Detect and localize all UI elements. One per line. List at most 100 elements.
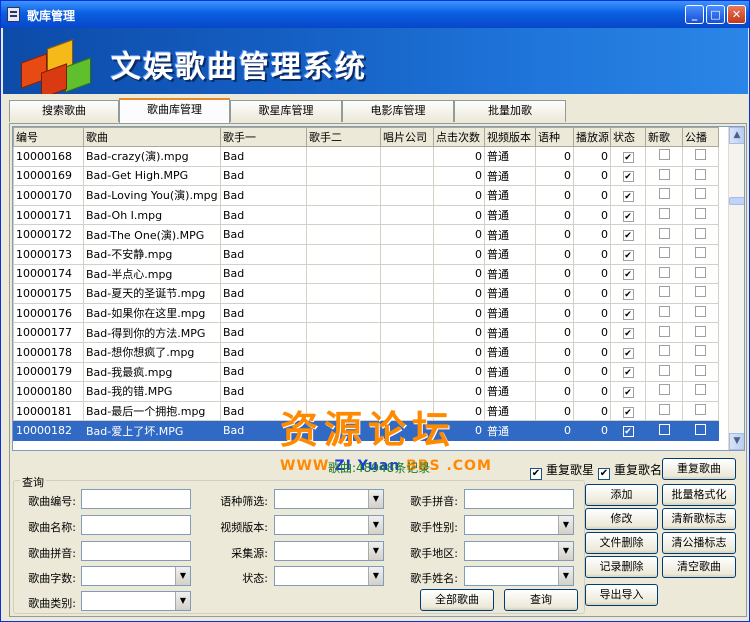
col-header-source[interactable]: 播放源 bbox=[573, 127, 611, 147]
table-row[interactable]: 10000179 Bad-我最疯.mpg Bad 0 普通 0 0 bbox=[13, 361, 719, 383]
status-checkbox[interactable] bbox=[622, 406, 634, 418]
status-checkbox[interactable] bbox=[622, 328, 634, 340]
import-export-button[interactable]: 导出导入 bbox=[585, 584, 658, 606]
clear-new-flag-button[interactable]: 清新歌标志 bbox=[662, 508, 736, 530]
table-row[interactable]: 10000182 Bad-爱上了坏.MPG Bad 0 普通 0 0 bbox=[13, 420, 719, 441]
table-row[interactable]: 10000169 Bad-Get High.MPG Bad 0 普通 0 0 bbox=[13, 165, 719, 187]
newsong-checkbox[interactable] bbox=[658, 384, 670, 396]
chevron-down-icon[interactable]: ▼ bbox=[175, 567, 190, 585]
tab-singer-library[interactable]: 歌星库管理 bbox=[230, 100, 342, 122]
clear-public-flag-button[interactable]: 清公播标志 bbox=[662, 532, 736, 554]
table-row[interactable]: 10000177 Bad-得到你的方法.MPG Bad 0 普通 0 0 bbox=[13, 322, 719, 343]
source-select[interactable]: ▼ bbox=[274, 541, 384, 561]
status-checkbox[interactable] bbox=[622, 249, 634, 261]
dup-songs-button[interactable]: 重复歌曲 bbox=[662, 458, 736, 480]
newsong-checkbox[interactable] bbox=[658, 345, 670, 357]
newsong-checkbox[interactable] bbox=[658, 208, 670, 220]
table-row[interactable]: 10000168 Bad-crazy(演).mpg Bad 0 普通 0 0 bbox=[13, 146, 719, 167]
song-name-input[interactable] bbox=[81, 515, 191, 535]
col-header-status[interactable]: 状态 bbox=[610, 127, 646, 147]
all-songs-button[interactable]: 全部歌曲 bbox=[420, 589, 494, 611]
table-row[interactable]: 10000172 Bad-The One(演).MPG Bad 0 普通 0 0 bbox=[13, 224, 719, 245]
col-header-newsong[interactable]: 新歌 bbox=[645, 127, 683, 147]
public-checkbox[interactable] bbox=[695, 364, 706, 376]
status-checkbox[interactable] bbox=[622, 367, 634, 379]
newsong-checkbox[interactable] bbox=[658, 247, 670, 259]
table-row[interactable]: 10000173 Bad-不安静.mpg Bad 0 普通 0 0 bbox=[13, 243, 719, 265]
scroll-down-icon[interactable]: ▼ bbox=[729, 433, 744, 450]
chevron-down-icon[interactable]: ▼ bbox=[175, 592, 190, 610]
table-row[interactable]: 10000180 Bad-我的错.MPG Bad 0 普通 0 0 bbox=[13, 381, 719, 402]
table-row[interactable]: 10000181 Bad-最后一个拥抱.mpg Bad 0 普通 0 0 bbox=[13, 400, 719, 422]
dup-song-checkbox[interactable]: ✔ 重复歌名 bbox=[598, 461, 662, 480]
song-grid[interactable]: 编号 歌曲 歌手一 歌手二 唱片公司 点击次数 视频版本 语种 播放源 状态 新… bbox=[12, 126, 745, 451]
public-checkbox[interactable] bbox=[695, 168, 706, 180]
chevron-down-icon[interactable]: ▼ bbox=[558, 516, 573, 534]
newsong-checkbox[interactable] bbox=[658, 227, 670, 239]
search-button[interactable]: 查询 bbox=[504, 589, 578, 611]
checkbox-checked-icon[interactable]: ✔ bbox=[598, 468, 610, 480]
lang-filter-select[interactable]: ▼ bbox=[274, 489, 384, 509]
table-row[interactable]: 10000176 Bad-如果你在这里.mpg Bad 0 普通 0 0 bbox=[13, 302, 719, 324]
status-checkbox[interactable] bbox=[622, 230, 634, 242]
batch-format-button[interactable]: 批量格式化 bbox=[662, 484, 736, 506]
table-row[interactable]: 10000175 Bad-夏天的圣诞节.mpg Bad 0 普通 0 0 bbox=[13, 283, 719, 304]
newsong-checkbox[interactable] bbox=[658, 286, 670, 298]
checkbox-checked-icon[interactable]: ✔ bbox=[530, 468, 542, 480]
singer-pinyin-input[interactable] bbox=[464, 489, 574, 509]
status-checkbox[interactable] bbox=[622, 269, 634, 281]
col-header-clicks[interactable]: 点击次数 bbox=[433, 127, 485, 147]
newsong-checkbox[interactable] bbox=[658, 404, 670, 416]
status-checkbox[interactable] bbox=[622, 190, 634, 202]
tab-song-library[interactable]: 歌曲库管理 bbox=[119, 98, 230, 123]
chevron-down-icon[interactable]: ▼ bbox=[368, 516, 383, 534]
public-checkbox[interactable] bbox=[695, 247, 706, 259]
singer-region-select[interactable]: ▼ bbox=[464, 541, 574, 561]
clear-songs-button[interactable]: 清空歌曲 bbox=[662, 556, 736, 578]
dup-singer-checkbox[interactable]: ✔ 重复歌星 bbox=[530, 461, 594, 480]
newsong-checkbox[interactable] bbox=[658, 149, 670, 161]
col-header-id[interactable]: 编号 bbox=[13, 127, 84, 147]
col-header-lang[interactable]: 语种 bbox=[535, 127, 574, 147]
public-checkbox[interactable] bbox=[695, 149, 706, 161]
public-checkbox[interactable] bbox=[695, 208, 706, 220]
public-checkbox[interactable] bbox=[695, 325, 706, 337]
newsong-checkbox[interactable] bbox=[658, 423, 670, 435]
vertical-scrollbar[interactable]: ▲ ▼ bbox=[728, 127, 744, 450]
song-type-select[interactable]: ▼ bbox=[81, 591, 191, 611]
col-header-company[interactable]: 唱片公司 bbox=[380, 127, 434, 147]
chevron-down-icon[interactable]: ▼ bbox=[558, 542, 573, 560]
status-checkbox[interactable] bbox=[622, 210, 634, 222]
file-delete-button[interactable]: 文件删除 bbox=[585, 532, 658, 554]
chevron-down-icon[interactable]: ▼ bbox=[368, 490, 383, 508]
col-header-singer1[interactable]: 歌手一 bbox=[220, 127, 307, 147]
minimize-button[interactable]: _ bbox=[685, 5, 704, 24]
public-checkbox[interactable] bbox=[695, 423, 706, 435]
status-select[interactable]: ▼ bbox=[274, 566, 384, 586]
newsong-checkbox[interactable] bbox=[658, 168, 670, 180]
tab-batch-add[interactable]: 批量加歌 bbox=[454, 100, 566, 122]
status-checkbox[interactable] bbox=[622, 151, 634, 163]
close-button[interactable]: ✕ bbox=[727, 5, 746, 24]
col-header-public[interactable]: 公播 bbox=[682, 127, 719, 147]
newsong-checkbox[interactable] bbox=[658, 306, 670, 318]
status-checkbox[interactable] bbox=[622, 426, 634, 438]
table-row[interactable]: 10000170 Bad-Loving You(演).mpg Bad 0 普通 0 0 bbox=[13, 185, 719, 206]
status-checkbox[interactable] bbox=[622, 288, 634, 300]
song-chars-select[interactable]: ▼ bbox=[81, 566, 191, 586]
video-version-select[interactable]: ▼ bbox=[274, 515, 384, 535]
newsong-checkbox[interactable] bbox=[658, 364, 670, 376]
table-row[interactable]: 10000174 Bad-半点心.mpg Bad 0 普通 0 0 bbox=[13, 263, 719, 285]
tab-search-songs[interactable]: 搜索歌曲 bbox=[9, 100, 119, 122]
record-delete-button[interactable]: 记录删除 bbox=[585, 556, 658, 578]
chevron-down-icon[interactable]: ▼ bbox=[558, 567, 573, 585]
song-id-input[interactable] bbox=[81, 489, 191, 509]
add-button[interactable]: 添加 bbox=[585, 484, 658, 506]
singer-gender-select[interactable]: ▼ bbox=[464, 515, 574, 535]
tab-movie-library[interactable]: 电影库管理 bbox=[342, 100, 454, 122]
public-checkbox[interactable] bbox=[695, 188, 706, 200]
public-checkbox[interactable] bbox=[695, 266, 706, 278]
public-checkbox[interactable] bbox=[695, 306, 706, 318]
table-row[interactable]: 10000171 Bad-Oh I.mpg Bad 0 普通 0 0 bbox=[13, 204, 719, 226]
scroll-thumb[interactable] bbox=[729, 197, 744, 205]
